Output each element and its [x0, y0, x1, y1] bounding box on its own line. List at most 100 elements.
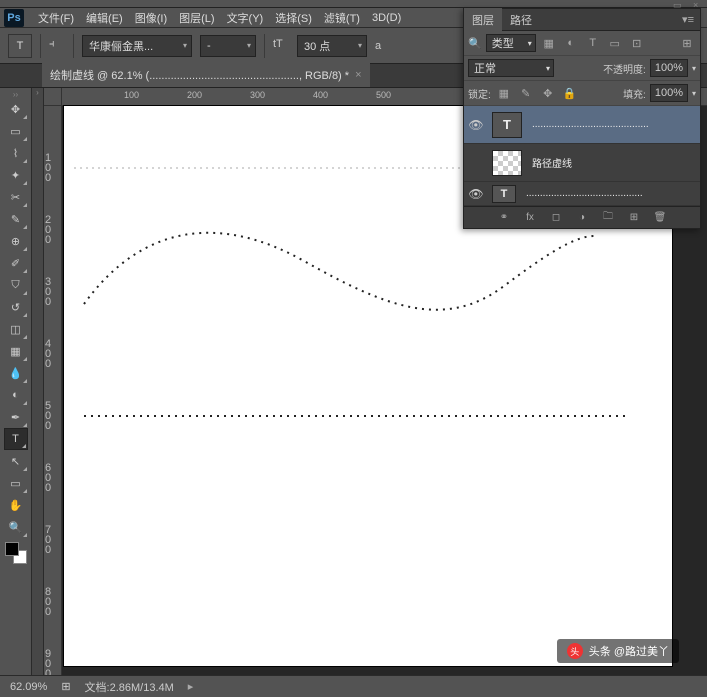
filter-shape-icon[interactable]: ▭	[606, 35, 624, 51]
filter-pixel-icon[interactable]: ▦	[540, 35, 558, 51]
ruler-tick: 200	[45, 216, 51, 246]
hand-tool-icon[interactable]: ✋	[4, 494, 28, 516]
new-layer-icon[interactable]: ⊞	[626, 210, 642, 226]
tab-paths[interactable]: 路径	[502, 8, 540, 32]
divider	[40, 34, 41, 58]
layers-panel-footer: ⚭ fx ◻ ◑ 🗀 ⊞ 🗑	[464, 206, 700, 228]
close-tab-icon[interactable]: ×	[355, 69, 361, 81]
gradient-tool-icon[interactable]: ▦	[4, 340, 28, 362]
menu-image[interactable]: 图像(I)	[129, 8, 173, 28]
menu-type[interactable]: 文字(Y)	[221, 8, 270, 28]
path-selection-tool-icon[interactable]: ↖	[4, 450, 28, 472]
vertical-ruler[interactable]: 100 200 300 400 500 600 700 800 900	[44, 106, 62, 675]
layers-list: 👁 T ....................................…	[464, 106, 700, 206]
panel-menu-icon[interactable]: ▾≡	[676, 13, 700, 26]
font-size-select[interactable]: 30 点	[297, 35, 367, 57]
tab-layers[interactable]: 图层	[464, 8, 502, 32]
shape-tool-icon[interactable]: ▭	[4, 472, 28, 494]
layer-row[interactable]: 👁 T ....................................…	[464, 106, 700, 144]
current-tool-indicator[interactable]: T	[8, 34, 32, 58]
document-size[interactable]: 文档:2.86M/13.4M	[81, 678, 178, 696]
font-family-select[interactable]: 华康俪金黑...	[82, 35, 192, 57]
stamp-tool-icon[interactable]: ⛉	[4, 274, 28, 296]
move-tool-icon[interactable]: ✥	[4, 98, 28, 120]
layer-fx-icon[interactable]: fx	[522, 210, 538, 226]
filter-toggle-icon[interactable]: ⊞	[678, 35, 696, 51]
toolbox: ›› ✥ ▭ ⌇ ✦ ✂ ✎ ⊕ ✐ ⛉ ↺ ◫ ▦ 💧 ◐ ✒ T ↖ ▭ ✋…	[0, 88, 32, 675]
blend-mode-select[interactable]: 正常	[468, 59, 554, 77]
document-tab[interactable]: 绘制虚线 @ 62.1% (..........................…	[42, 63, 370, 87]
status-flyout-icon[interactable]: ▸	[188, 680, 194, 693]
zoom-level[interactable]: 62.09%	[6, 680, 51, 694]
lock-transparency-icon[interactable]: ▦	[495, 85, 513, 101]
link-layers-icon[interactable]: ⚭	[496, 210, 512, 226]
filter-kind-select[interactable]: 类型	[486, 34, 536, 52]
visibility-toggle-icon[interactable]: 👁	[464, 187, 488, 201]
photoshop-logo-icon: Ps	[4, 9, 24, 27]
brush-tool-icon[interactable]: ✐	[4, 252, 28, 274]
filter-type-icon[interactable]: T	[584, 35, 602, 51]
layer-name[interactable]: ........................................…	[526, 188, 643, 199]
history-brush-tool-icon[interactable]: ↺	[4, 296, 28, 318]
ruler-tick: 100	[45, 154, 51, 184]
fill-input[interactable]: 100%	[650, 84, 688, 102]
filter-kind-icon[interactable]: 🔍	[468, 37, 482, 50]
eyedropper-tool-icon[interactable]: ✎	[4, 208, 28, 230]
layer-row[interactable]: 路径虚线	[464, 144, 700, 182]
ruler-tick: 300	[45, 278, 51, 308]
zoom-tool-icon[interactable]: 🔍	[4, 516, 28, 538]
opacity-input[interactable]: 100%	[650, 59, 688, 77]
magic-wand-tool-icon[interactable]: ✦	[4, 164, 28, 186]
window-close-icon[interactable]: ×	[693, 0, 703, 8]
menu-file[interactable]: 文件(F)	[32, 8, 80, 28]
filter-adjust-icon[interactable]: ◐	[562, 35, 580, 51]
watermark-logo-icon: 头	[567, 643, 583, 659]
panel-flyout-strip[interactable]: ›	[32, 88, 44, 675]
healing-brush-tool-icon[interactable]: ⊕	[4, 230, 28, 252]
foreground-color-swatch[interactable]	[5, 542, 19, 556]
lock-pixels-icon[interactable]: ✎	[517, 85, 535, 101]
layer-mask-icon[interactable]: ◻	[548, 210, 564, 226]
menu-layer[interactable]: 图层(L)	[173, 8, 220, 28]
pen-tool-icon[interactable]: ✒	[4, 406, 28, 428]
ruler-origin[interactable]	[44, 88, 62, 106]
divider	[264, 34, 265, 58]
dodge-tool-icon[interactable]: ◐	[4, 384, 28, 406]
ruler-tick: 400	[313, 90, 328, 100]
group-icon[interactable]: 🗀	[600, 210, 616, 226]
toolbox-handle-icon[interactable]: ››	[2, 90, 30, 98]
menu-edit[interactable]: 编辑(E)	[80, 8, 129, 28]
menu-3d[interactable]: 3D(D)	[366, 10, 407, 26]
eraser-tool-icon[interactable]: ◫	[4, 318, 28, 340]
ruler-tick: 800	[45, 588, 51, 618]
fill-flyout-icon[interactable]: ▾	[692, 89, 696, 98]
layer-thumbnail[interactable]: T	[492, 185, 516, 203]
lock-all-icon[interactable]: 🔒	[561, 85, 579, 101]
layer-row[interactable]: 👁 T ....................................…	[464, 182, 700, 206]
document-tab-title: 绘制虚线 @ 62.1% (..........................…	[50, 67, 349, 83]
lasso-tool-icon[interactable]: ⌇	[4, 142, 28, 164]
layer-name[interactable]: 路径虚线	[532, 155, 572, 170]
marquee-tool-icon[interactable]: ▭	[4, 120, 28, 142]
status-icon[interactable]: ⊞	[61, 680, 70, 693]
flyout-handle-icon[interactable]: ›	[32, 88, 43, 98]
adjustment-layer-icon[interactable]: ◑	[574, 210, 590, 226]
lock-position-icon[interactable]: ✥	[539, 85, 557, 101]
crop-tool-icon[interactable]: ✂	[4, 186, 28, 208]
type-tool-icon[interactable]: T	[4, 428, 28, 450]
opacity-flyout-icon[interactable]: ▾	[692, 64, 696, 73]
visibility-toggle-icon[interactable]: 👁	[464, 118, 488, 132]
color-swatches[interactable]	[5, 542, 27, 564]
layer-thumbnail[interactable]	[492, 150, 522, 176]
ruler-tick: 500	[376, 90, 391, 100]
blur-tool-icon[interactable]: 💧	[4, 362, 28, 384]
menu-select[interactable]: 选择(S)	[269, 8, 318, 28]
layer-name[interactable]: ........................................…	[532, 119, 649, 130]
delete-layer-icon[interactable]: 🗑	[652, 210, 668, 226]
filter-smart-icon[interactable]: ⊡	[628, 35, 646, 51]
layer-thumbnail[interactable]: T	[492, 112, 522, 138]
window-expand-icon[interactable]: ▭	[673, 0, 683, 8]
text-orientation-icon[interactable]: ⫞	[49, 38, 65, 54]
font-style-select[interactable]: -	[200, 35, 256, 57]
menu-filter[interactable]: 滤镜(T)	[318, 8, 366, 28]
